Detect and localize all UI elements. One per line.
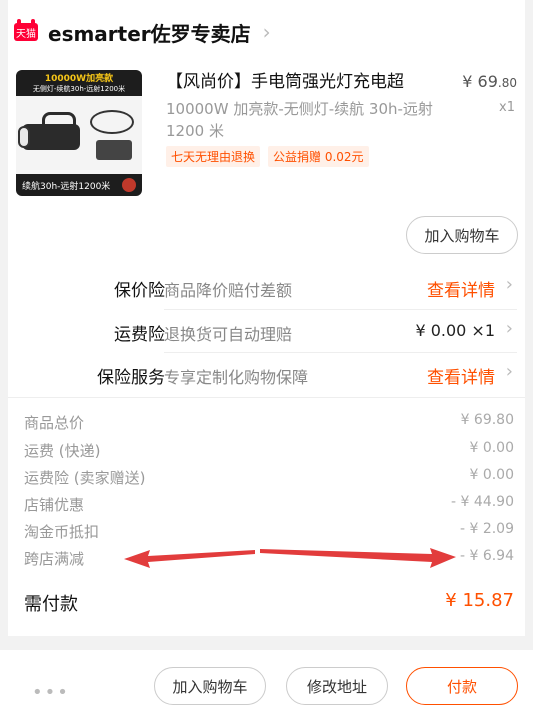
product-price: ¥ 69.80 <box>462 72 517 91</box>
divider <box>8 397 525 398</box>
summary-key: 运费 (快递) <box>24 442 101 460</box>
summary-row: 运费险 (卖家赠送) ¥ 0.00 <box>24 467 518 489</box>
image-bottom-line: 续航30h-远射1200米 <box>22 181 111 192</box>
service-label: 保价险 <box>114 281 165 301</box>
view-details-link[interactable]: 查看详情 <box>427 276 495 301</box>
summary-key: 店铺优惠 <box>24 496 85 514</box>
tmall-badge-text: 天猫 <box>16 28 36 40</box>
service-value: ¥ 0.00 ×1 <box>415 321 495 340</box>
summary-key: 淘金币抵扣 <box>24 523 100 541</box>
annotation-arrow-right <box>260 548 456 568</box>
summary-value: ¥ 0.00 <box>469 440 514 456</box>
summary-row: 店铺优惠 - ¥ 44.90 <box>24 494 518 516</box>
service-label: 运费险 <box>114 325 165 345</box>
add-to-cart-button[interactable]: 加入购物车 <box>406 216 518 254</box>
product-tags: 七天无理由退换 公益捐赠 0.02元 <box>166 146 369 167</box>
service-desc: 退换货可自动理赔 <box>164 325 293 344</box>
summary-value: - ¥ 44.90 <box>451 494 514 510</box>
summary-value: ¥ 69.80 <box>460 412 514 428</box>
total-value: ¥ 15.87 <box>445 590 514 611</box>
shop-name[interactable]: esmarter佐罗专卖店 <box>48 18 251 47</box>
product-spec[interactable]: 10000W 加亮款-无侧灯-续航 30h-远射 1200 米 <box>166 98 446 142</box>
total-row: 需付款 ¥ 15.87 <box>24 590 518 616</box>
tmall-icon: 天猫 <box>14 19 38 41</box>
product-image-footer: 续航30h-远射1200米 <box>16 174 142 196</box>
image-top-line: 10000W加亮款 <box>44 74 114 84</box>
shop-header[interactable]: 天猫 esmarter佐罗专卖店 › <box>14 12 271 52</box>
tag-charity: 公益捐赠 0.02元 <box>268 146 369 167</box>
product-image[interactable]: 10000W加亮款 无侧灯-续航30h-远射1200米 续航30h-远射1200… <box>16 70 142 196</box>
add-to-cart-bottom-button[interactable]: 加入购物车 <box>154 667 266 705</box>
service-label: 保险服务 <box>97 368 165 388</box>
tag-return: 七天无理由退换 <box>166 146 261 167</box>
product-quantity: x1 <box>499 100 515 115</box>
badge-icon <box>122 178 136 192</box>
chevron-right-icon[interactable]: › <box>263 20 271 44</box>
charger-icon <box>96 140 132 160</box>
price-symbol: ¥ <box>462 72 473 91</box>
price-dec: .80 <box>497 76 517 90</box>
summary-key: 跨店满减 <box>24 550 85 568</box>
chevron-right-icon: › <box>505 361 513 382</box>
summary-value: ¥ 0.00 <box>469 467 514 483</box>
service-row-shipping-insurance[interactable]: 运费险 退换货可自动理赔 ¥ 0.00 ×1 › <box>8 309 525 353</box>
pay-button[interactable]: 付款 <box>406 667 518 705</box>
summary-key: 运费险 (卖家赠送) <box>24 469 146 487</box>
summary-value: - ¥ 2.09 <box>459 521 514 537</box>
flashlight-illustration <box>16 96 142 174</box>
modify-address-button[interactable]: 修改地址 <box>286 667 388 705</box>
view-details-link[interactable]: 查看详情 <box>427 363 495 388</box>
chevron-right-icon: › <box>505 318 513 339</box>
annotation-arrows <box>124 548 456 568</box>
image-sub-line: 无侧灯-续航30h-远射1200米 <box>32 85 126 93</box>
product-image-banner: 10000W加亮款 无侧灯-续航30h-远射1200米 <box>16 70 142 96</box>
summary-row: 商品总价 ¥ 69.80 <box>24 412 518 434</box>
product-title[interactable]: 【风尚价】手电筒强光灯充电超 <box>166 70 446 94</box>
service-desc: 专享定制化购物保障 <box>164 368 309 387</box>
summary-key: 商品总价 <box>24 414 85 432</box>
price-int: 69 <box>477 72 498 91</box>
annotation-arrow-left <box>124 550 255 568</box>
chevron-right-icon: › <box>505 274 513 295</box>
service-row-price-protection[interactable]: 保价险 商品降价赔付差额 查看详情 › <box>8 265 525 309</box>
summary-value: - ¥ 6.94 <box>459 548 514 564</box>
summary-row: 运费 (快递) ¥ 0.00 <box>24 440 518 462</box>
more-icon[interactable]: ••• <box>32 682 70 703</box>
flashlight-icon <box>18 124 80 150</box>
service-row-insurance[interactable]: 保险服务 专享定制化购物保障 查看详情 › <box>8 352 525 396</box>
service-desc: 商品降价赔付差额 <box>164 281 293 300</box>
total-label: 需付款 <box>24 594 78 615</box>
strap-icon <box>90 110 134 134</box>
